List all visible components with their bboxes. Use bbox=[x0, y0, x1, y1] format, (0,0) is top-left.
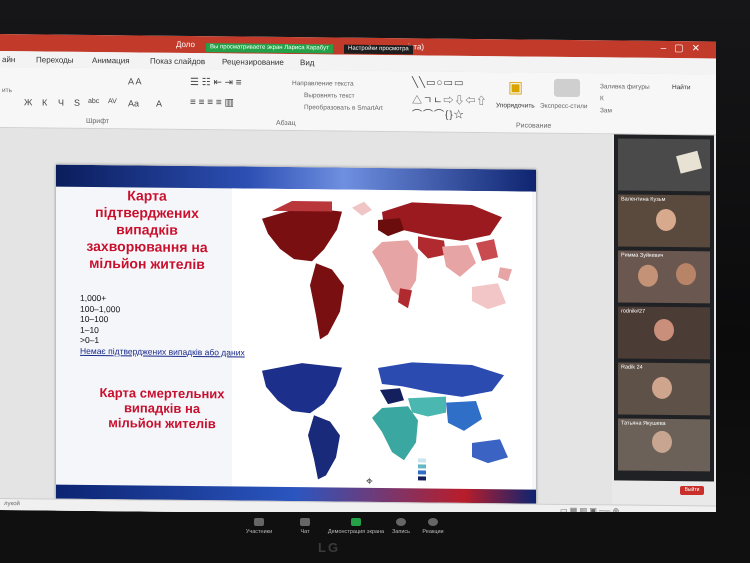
cases-title-line-4: захворювання на bbox=[86, 237, 208, 256]
font-group-label: Шрифт bbox=[86, 117, 110, 126]
cases-title-line-2: підтверджених bbox=[95, 203, 199, 222]
paragraph-group-label: Абзац bbox=[276, 119, 296, 128]
shape-outline-button[interactable]: К bbox=[600, 95, 604, 102]
participant-face bbox=[656, 208, 676, 232]
align-icons[interactable]: ≡ ≡ ≡ ≡ ▥ bbox=[190, 97, 234, 108]
shadow-button[interactable]: S bbox=[74, 98, 80, 108]
participant-face bbox=[652, 430, 672, 454]
monitor-logo: LG bbox=[318, 540, 341, 555]
cases-map bbox=[232, 188, 532, 362]
reactions-label: Реакции bbox=[422, 529, 444, 535]
participant-tile[interactable]: Римма Зуйкевич bbox=[618, 250, 710, 304]
participants-label: Участники bbox=[245, 529, 273, 535]
tab-slideshow[interactable]: Показ слайдов bbox=[150, 57, 205, 67]
record-label: Запись bbox=[391, 529, 411, 535]
participant-tile[interactable]: Radik 24 bbox=[618, 362, 710, 416]
video-object bbox=[676, 150, 702, 174]
screen-share-badge: Вы просматриваете экран Лариса Карабут bbox=[206, 43, 333, 54]
cases-title-line-1: Карта bbox=[127, 187, 167, 204]
share-screen-button[interactable]: Демонстрация экрана bbox=[326, 518, 386, 535]
express-styles-icon[interactable] bbox=[554, 78, 580, 98]
reactions-button[interactable]: Реакции bbox=[414, 518, 452, 535]
arrange-button[interactable]: Упорядочить bbox=[496, 102, 535, 109]
share-screen-icon bbox=[351, 518, 361, 526]
shape-effects-button[interactable]: Зам bbox=[600, 107, 612, 114]
participants-button[interactable]: Участники bbox=[240, 518, 278, 535]
cases-legend: 1,000+ 100–1,000 10–100 1–10 >0–1 Немає … bbox=[80, 293, 245, 358]
cases-title-line-5: мільйон жителів bbox=[89, 254, 205, 273]
arrange-icon[interactable]: ▣ bbox=[508, 77, 523, 97]
record-icon bbox=[396, 518, 406, 526]
share-screen-label: Демонстрация экрана bbox=[327, 529, 385, 535]
tab-file[interactable]: айн bbox=[2, 55, 15, 64]
italic-button[interactable]: К bbox=[42, 97, 47, 107]
participant-name: Radik 24 bbox=[621, 364, 643, 371]
window-controls[interactable]: –▢✕ bbox=[661, 43, 708, 54]
drawing-group-label: Рисование bbox=[516, 122, 552, 130]
deaths-title-line-3: мільйон жителів bbox=[108, 415, 216, 432]
participant-name: rodnik#27 bbox=[621, 308, 646, 315]
align-text-button[interactable]: Выровнять текст bbox=[304, 92, 355, 100]
ribbon: ить A A Ж К Ч S abc AV Aa A ☰ ☷ ⇤ ⇥ ≡ ≡ … bbox=[0, 67, 716, 136]
slide-canvas: Карта підтверджених випадків захворюванн… bbox=[0, 128, 612, 518]
strike-button[interactable]: abc bbox=[88, 98, 99, 105]
participant-name: Татьяна Якушева bbox=[621, 420, 666, 427]
chat-button[interactable]: Чат bbox=[286, 518, 324, 535]
shapes-gallery-icon-3[interactable]: ⌒⌒⌒{}☆ bbox=[412, 105, 465, 121]
tab-transitions[interactable]: Переходы bbox=[36, 55, 74, 64]
legend-item-no-data: Немає підтверджених випадків або даних bbox=[80, 345, 245, 358]
monitor: Доло ікта) –▢✕ Вы просматриваете экран Л… bbox=[0, 0, 750, 563]
participant-tile[interactable]: Татьяна Якушева bbox=[618, 418, 710, 472]
deaths-map-title: Карта смертельних випадків на мільйон жи… bbox=[72, 385, 252, 432]
slide[interactable]: Карта підтверджених випадків захворюванн… bbox=[56, 164, 536, 518]
find-button[interactable]: Найти bbox=[672, 84, 691, 91]
chat-label: Чат bbox=[300, 529, 310, 535]
shapes-gallery-icon[interactable]: ╲╲▭○▭▭ bbox=[412, 77, 464, 89]
smartart-button[interactable]: Преобразовать в SmartArt bbox=[304, 104, 383, 112]
cases-map-title: Карта підтверджених випадків захворюванн… bbox=[62, 187, 232, 274]
bullets-icon[interactable]: ☰ ☷ ⇤ ⇥ ≡ bbox=[190, 77, 242, 89]
express-styles-button[interactable]: Экспресс-стили bbox=[540, 103, 588, 110]
ribbon-left-stub[interactable]: ить bbox=[2, 87, 12, 94]
underline-button[interactable]: Ч bbox=[58, 98, 64, 108]
participant-face bbox=[652, 376, 672, 400]
font-color-button[interactable]: A bbox=[156, 99, 162, 109]
screen: Доло ікта) –▢✕ Вы просматриваете экран Л… bbox=[0, 34, 716, 518]
participant-face bbox=[676, 263, 696, 286]
tab-view[interactable]: Вид bbox=[300, 58, 314, 67]
exit-button[interactable]: Выйти bbox=[680, 486, 704, 495]
participant-tile[interactable] bbox=[618, 138, 710, 192]
tab-animation[interactable]: Анимация bbox=[92, 56, 130, 65]
text-direction-button[interactable]: Направление текста bbox=[292, 80, 354, 88]
chat-icon bbox=[300, 518, 310, 526]
tab-review[interactable]: Рецензирование bbox=[222, 57, 284, 67]
window-title: Доло bbox=[176, 39, 195, 50]
cursor-icon: ⌖ bbox=[366, 473, 373, 488]
deaths-title-line-1: Карта смертельних bbox=[99, 385, 225, 402]
spacing-button[interactable]: AV bbox=[108, 98, 117, 105]
case-button[interactable]: Aa bbox=[128, 98, 139, 108]
participant-tile[interactable]: Валентина Кузьм bbox=[618, 194, 710, 248]
bold-button[interactable]: Ж bbox=[24, 97, 32, 107]
meeting-toolbar: Участники Чат Демонстрация экрана Запись… bbox=[0, 512, 750, 563]
status-left-text: лукой bbox=[4, 501, 20, 508]
participants-icon bbox=[254, 518, 264, 526]
participants-panel: Валентина Кузьм Римма Зуйкевич rodnik#27… bbox=[614, 134, 714, 482]
participant-tile[interactable]: rodnik#27 bbox=[618, 306, 710, 360]
participant-face bbox=[654, 318, 674, 342]
participant-name: Валентина Кузьм bbox=[621, 196, 666, 203]
reactions-icon bbox=[428, 518, 438, 526]
shape-fill-button[interactable]: Заливка фигуры bbox=[600, 83, 650, 91]
participant-name: Римма Зуйкевич bbox=[621, 252, 664, 259]
font-size-buttons[interactable]: A A bbox=[128, 76, 142, 86]
cases-title-line-3: випадків bbox=[116, 221, 178, 238]
view-settings-button[interactable]: Настройки просмотра bbox=[344, 44, 413, 55]
deaths-map bbox=[232, 356, 532, 500]
participant-face bbox=[638, 264, 658, 287]
